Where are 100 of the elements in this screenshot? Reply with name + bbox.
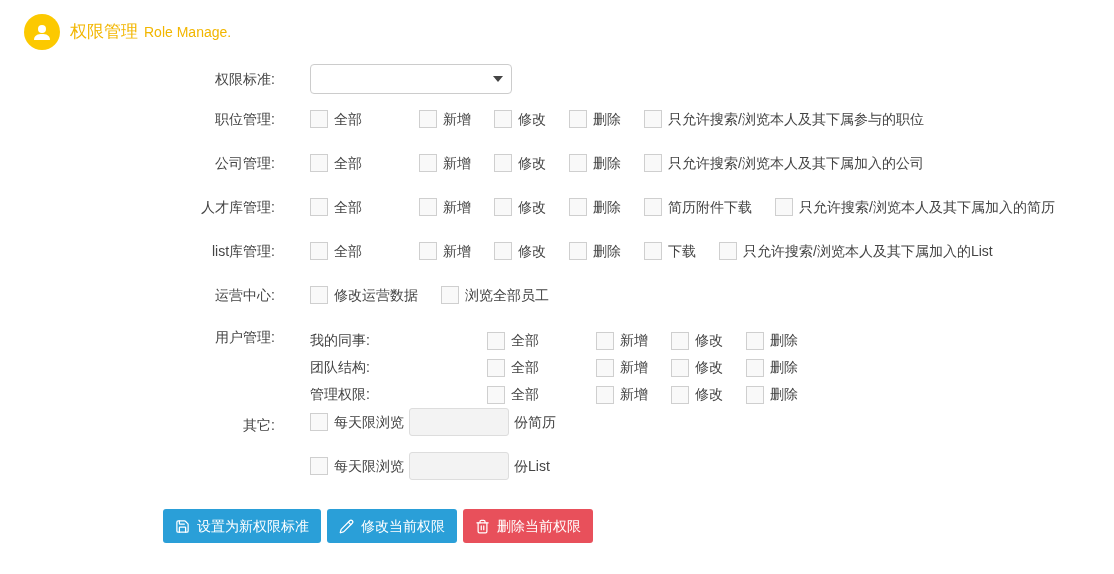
option-label: 全部 [334,241,362,261]
checkbox[interactable] [596,331,614,350]
checkbox[interactable] [494,154,512,172]
checkbox[interactable] [310,286,328,304]
sub-label: 团队结构: [310,358,371,377]
option-label: 修改 [695,331,723,350]
checkbox[interactable] [441,286,459,304]
field-label: 用户管理: [214,328,275,347]
option-label: 全部 [334,153,362,173]
option-label: 新增 [620,385,648,404]
checkbox[interactable] [644,154,662,172]
limit-unit: 份List [514,456,550,476]
checkbox[interactable] [310,457,328,475]
checkbox[interactable] [419,110,437,128]
checkbox[interactable] [310,154,328,172]
page-subtitle: Role Manage. [144,23,232,43]
option-label: 修改 [695,358,723,377]
checkbox[interactable] [671,358,689,377]
user-icon [24,14,60,50]
option-label: 删除 [770,358,798,377]
checkbox[interactable] [644,198,662,216]
save-button[interactable]: 设置为新权限标准 [163,509,321,543]
limit-label: 每天限浏览 [334,412,404,432]
option-label: 删除 [593,197,621,217]
checkbox[interactable] [596,358,614,377]
option-label: 只允许搜索/浏览本人及其下属加入的简历 [799,197,1055,217]
pencil-icon [339,518,354,534]
checkbox[interactable] [310,242,328,260]
option-label: 新增 [443,241,471,261]
checkbox[interactable] [487,385,505,404]
option-label: 只允许搜索/浏览本人及其下属加入的公司 [668,153,924,173]
sub-label: 我的同事: [310,331,371,350]
option-label: 全部 [511,358,539,377]
option-label: 全部 [334,197,362,217]
option-label: 全部 [511,331,539,350]
delete-button[interactable]: 删除当前权限 [463,509,593,543]
standard-select[interactable] [310,64,512,94]
page-title: 权限管理 [70,21,138,44]
checkbox[interactable] [746,358,764,377]
trash-icon [475,518,490,534]
checkbox[interactable] [419,198,437,216]
checkbox[interactable] [310,198,328,216]
checkbox[interactable] [775,198,793,216]
checkbox[interactable] [746,385,764,404]
option-label: 修改 [518,153,546,173]
checkbox[interactable] [569,110,587,128]
option-label: 修改 [518,109,546,129]
checkbox[interactable] [671,331,689,350]
option-label: 下载 [668,241,696,261]
limit-input[interactable] [409,452,509,480]
field-label: 公司管理: [214,153,275,173]
checkbox[interactable] [419,242,437,260]
limit-input[interactable] [409,408,509,436]
checkbox[interactable] [487,358,505,377]
sub-label: 管理权限: [310,385,371,404]
checkbox[interactable] [569,154,587,172]
option-label: 修改 [518,197,546,217]
checkbox[interactable] [310,413,328,431]
checkbox[interactable] [310,110,328,128]
field-label: 职位管理: [214,109,275,129]
checkbox[interactable] [419,154,437,172]
option-label: 新增 [443,109,471,129]
checkbox[interactable] [569,242,587,260]
option-label: 新增 [443,197,471,217]
option-label: 新增 [443,153,471,173]
checkbox[interactable] [644,110,662,128]
checkbox[interactable] [494,198,512,216]
option-label: 新增 [620,358,648,377]
option-label: 删除 [593,109,621,129]
option-label: 简历附件下载 [668,197,752,217]
option-label: 全部 [334,109,362,129]
checkbox[interactable] [596,385,614,404]
checkbox[interactable] [569,198,587,216]
option-label: 删除 [593,153,621,173]
checkbox[interactable] [719,242,737,260]
option-label: 修改 [518,241,546,261]
checkbox[interactable] [487,331,505,350]
edit-button[interactable]: 修改当前权限 [327,509,457,543]
caret-icon [493,76,503,82]
checkbox[interactable] [671,385,689,404]
option-label: 修改运营数据 [334,285,418,305]
limit-unit: 份简历 [514,412,556,432]
option-label: 新增 [620,331,648,350]
checkbox[interactable] [746,331,764,350]
save-icon [175,518,190,534]
field-label: list库管理: [211,241,275,261]
checkbox[interactable] [644,242,662,260]
field-label: 运营中心: [214,285,275,305]
option-label: 只允许搜索/浏览本人及其下属加入的List [743,241,993,261]
field-label: 权限标准: [214,69,275,89]
option-label: 删除 [770,385,798,404]
option-label: 修改 [695,385,723,404]
option-label: 删除 [593,241,621,261]
limit-label: 每天限浏览 [334,456,404,476]
field-label: 人才库管理: [200,197,275,217]
checkbox[interactable] [494,242,512,260]
option-label: 只允许搜索/浏览本人及其下属参与的职位 [668,109,924,129]
option-label: 浏览全部员工 [465,285,549,305]
checkbox[interactable] [494,110,512,128]
option-label: 全部 [511,385,539,404]
